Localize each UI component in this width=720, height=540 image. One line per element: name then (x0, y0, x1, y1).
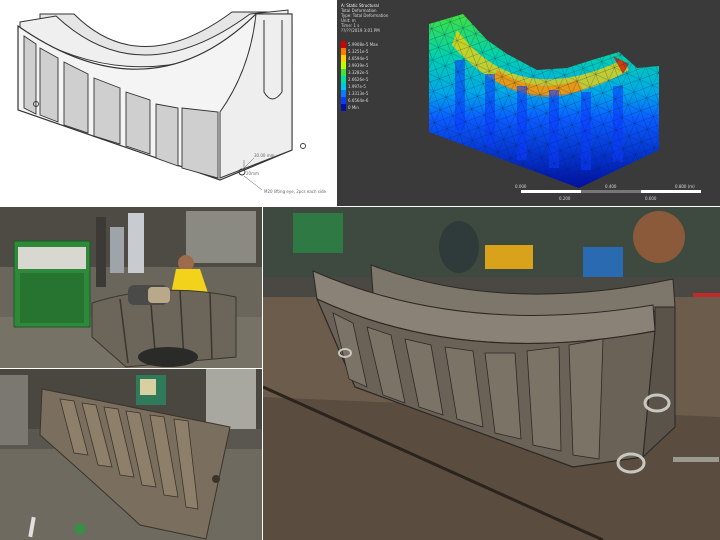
scale-subtick-label: 0.200 (559, 196, 571, 201)
scale-tick-label: 0.800 (m) (675, 184, 695, 189)
fea-result-panel: A: Static Structural Total Deformation T… (337, 0, 720, 206)
dimension-label-mid: 20mm (246, 171, 259, 176)
scale-subtick-label: 0.600 (645, 196, 657, 201)
worker (178, 255, 194, 271)
cad-model-panel: 30.00 mm 20mm M20 lifting eye, 2pcs each… (0, 0, 336, 206)
scale-tick-label: 0.000 (515, 184, 527, 189)
lifting-eye-note: M20 lifting eye, 2pcs each side (264, 189, 326, 194)
photo-frame-on-floor (0, 369, 262, 540)
photo-welding-fabrication (0, 207, 262, 368)
cad-model-drawing (17, 9, 306, 191)
photo-finished-cradle (263, 207, 720, 540)
scale-tick-label: 0.400 (605, 184, 617, 189)
lifting-hole (300, 143, 306, 149)
deformation-contour-model (429, 14, 701, 193)
dimension-label-top: 30.00 mm (254, 153, 275, 158)
